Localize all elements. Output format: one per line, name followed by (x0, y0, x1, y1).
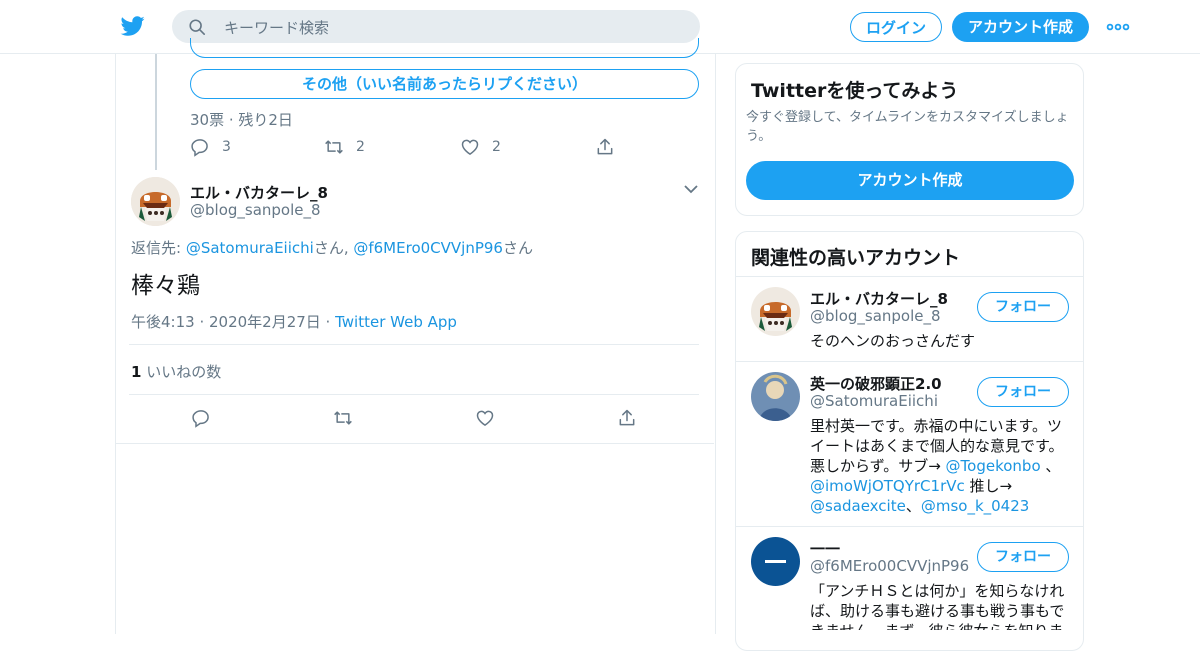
like-stats-label: いいねの数 (141, 363, 222, 381)
parent-like-count: 2 (492, 139, 501, 155)
bio-mention-link[interactable]: @sadaexcite (810, 497, 906, 515)
account-bio: 里村英一です。赤福の中にいます。ツイートはあくまで個人的な意見です。悪しからず。… (810, 416, 1072, 516)
account-bio-text: 推し→ (964, 477, 1013, 495)
follow-button[interactable]: フォロー (977, 292, 1069, 322)
divider (736, 361, 1083, 362)
heart-icon (461, 139, 479, 155)
parent-reply-action[interactable]: 3 (190, 137, 231, 157)
account-handle[interactable]: @f6MEro00CVVjnP96 (810, 557, 969, 575)
signup-card-button[interactable]: アカウント作成 (746, 161, 1074, 200)
more-options-icon[interactable] (1106, 18, 1130, 36)
reply-to-suffix-1: さん, (313, 239, 354, 257)
account-avatar[interactable] (751, 537, 800, 586)
account-name[interactable]: 一一 (810, 538, 840, 559)
account-bio: そのヘンのおっさんだす (810, 332, 976, 350)
tweet-author-handle[interactable]: @blog_sanpole_8 (190, 201, 321, 219)
signup-card-description: 今すぐ登録して、タイムラインをカスタマイズしましょう。 (746, 110, 1069, 144)
like-stats-count: 1 (131, 363, 142, 381)
related-accounts-title: 関連性の高いアカウント (751, 247, 961, 269)
reply-to-prefix: 返信先: (131, 239, 186, 257)
chevron-down-icon[interactable] (683, 182, 699, 196)
retweet-icon (325, 140, 343, 154)
thread-connector-line (155, 54, 157, 170)
tweet-author-name[interactable]: エル・バカターレ_8 (190, 182, 328, 203)
signup-button[interactable]: アカウント作成 (952, 12, 1089, 42)
tweet-text: 棒々鶏 (131, 273, 200, 299)
heart-icon (476, 410, 494, 426)
divider (129, 394, 699, 395)
parent-like-action[interactable]: 2 (460, 137, 501, 157)
reply-icon (192, 410, 209, 428)
reply-to-suffix-2: さん (502, 239, 533, 257)
bio-mention-link[interactable]: @imoWjOTQYrC1rVc (810, 477, 965, 495)
parent-share-action[interactable] (595, 137, 627, 157)
account-avatar[interactable] (751, 287, 800, 336)
bio-mention-link[interactable]: @mso_k_0423 (921, 497, 1029, 515)
share-action[interactable] (617, 408, 649, 428)
retweet-action[interactable] (333, 408, 365, 428)
tweet-meta: 午後4:13 · 2020年2月27日 · Twitter Web App (131, 311, 457, 332)
account-bio-text: 、 (905, 497, 921, 515)
reply-to-line: 返信先: @SatomuraEiichiさん, @f6MEro0CVVjnP96… (131, 237, 533, 258)
like-action[interactable] (475, 408, 507, 428)
account-handle[interactable]: @SatomuraEiichi (810, 392, 938, 410)
signup-card-title: Twitterを使ってみよう (751, 80, 959, 102)
reply-icon (191, 139, 208, 157)
account-avatar[interactable] (751, 372, 800, 421)
poll-option-other[interactable]: その他（いい名前あったらリプください） (190, 69, 699, 99)
parent-retweet-count: 2 (356, 139, 365, 155)
divider (116, 443, 714, 444)
parent-retweet-action[interactable]: 2 (324, 137, 365, 157)
search-icon (189, 19, 206, 36)
divider (129, 344, 699, 345)
account-bio-text: 、 (1040, 457, 1061, 475)
reply-to-link-2[interactable]: @f6MEro0CVVjnP96 (353, 239, 503, 257)
follow-button[interactable]: フォロー (977, 377, 1069, 407)
account-name[interactable]: 英一の破邪顕正2.0 (810, 373, 942, 394)
signup-card: Twitterを使ってみよう 今すぐ登録して、タイムラインをカスタマイズしましょ… (735, 63, 1084, 216)
follow-button[interactable]: フォロー (977, 542, 1069, 572)
bird-avatar-image (751, 287, 800, 336)
reply-action[interactable] (191, 408, 223, 428)
account-bio: 「アンチＨＳとは何か」を知らなければ、助ける事も避ける事も戦う事もできません。ま… (810, 582, 1065, 630)
avatar[interactable] (131, 177, 180, 226)
account-name[interactable]: エル・バカターレ_8 (810, 288, 948, 309)
tweet-timestamp[interactable]: 午後4:13 · 2020年2月27日 · (131, 313, 335, 331)
bird-avatar-image (131, 177, 180, 226)
divider (736, 526, 1083, 527)
divider (736, 276, 1083, 277)
dash-avatar-mark (765, 560, 786, 563)
poll-option-partial[interactable] (190, 38, 699, 58)
poll-meta: 30票 · 残り2日 (190, 111, 293, 129)
bio-mention-link[interactable]: @Togekonbo (946, 457, 1041, 475)
like-stats[interactable]: 1 いいねの数 (131, 361, 221, 382)
tweet-source-link[interactable]: Twitter Web App (335, 313, 457, 331)
parent-reply-count: 3 (222, 139, 231, 155)
account-handle[interactable]: @blog_sanpole_8 (810, 307, 941, 325)
login-button[interactable]: ログイン (850, 12, 942, 42)
reply-to-link-1[interactable]: @SatomuraEiichi (186, 239, 314, 257)
retweet-icon (334, 411, 352, 425)
portrait-avatar-image (751, 372, 800, 421)
share-icon (597, 138, 613, 155)
twitter-bird-icon[interactable] (120, 14, 146, 38)
share-icon (619, 409, 635, 426)
